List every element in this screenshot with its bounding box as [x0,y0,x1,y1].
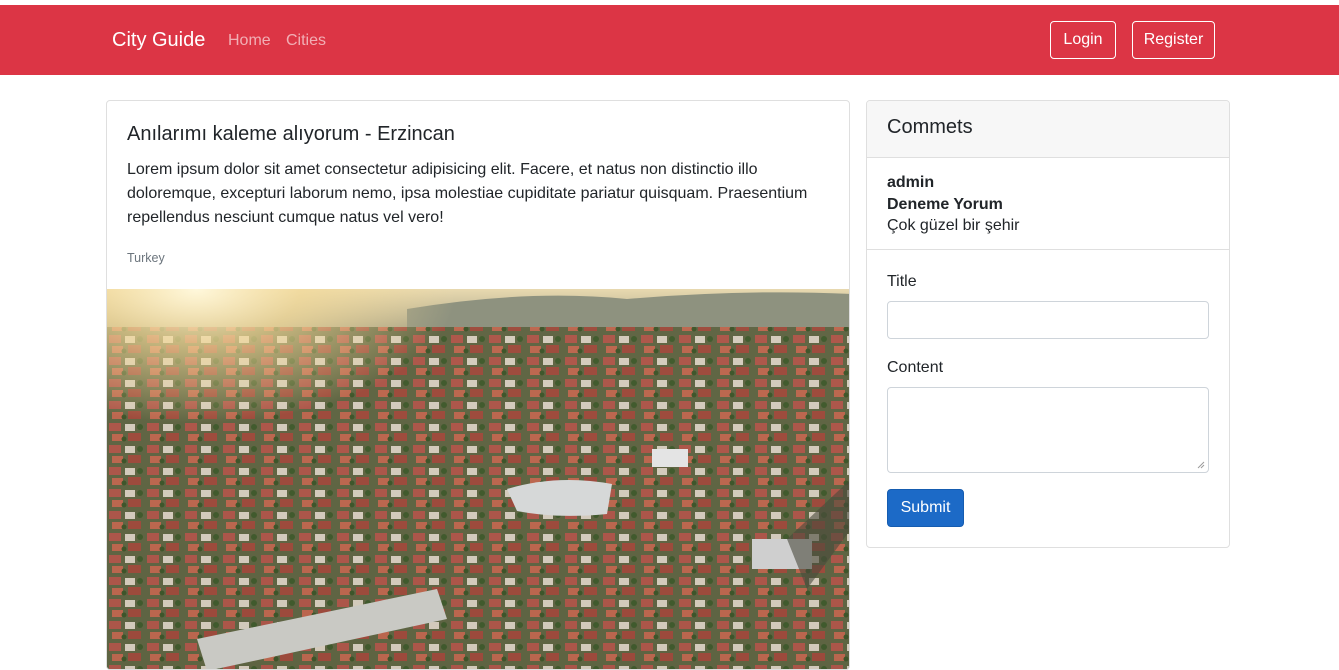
comments-title: Commets [887,116,973,138]
register-button[interactable]: Register [1132,21,1215,59]
nav-link-home[interactable]: Home [228,32,271,50]
comment-user: admin [887,174,935,191]
comment-content: Çok güzel bir şehir [887,217,1020,234]
navbar: City Guide Home Cities Login Register [0,5,1339,75]
comment-item: admin Deneme Yorum Çok güzel bir şehir [867,158,1229,250]
comments-header: Commets [867,101,1229,158]
login-button[interactable]: Login [1050,21,1116,59]
post-country: Turkey [127,251,165,265]
title-label: Title [887,273,917,290]
nav-link-cities[interactable]: Cities [286,32,326,50]
post-card: Anılarımı kaleme alıyorum - Erzincan Lor… [106,100,850,670]
post-body: Lorem ipsum dolor sit amet consectetur a… [127,161,808,226]
comment-title: Deneme Yorum [887,196,1003,213]
submit-button[interactable]: Submit [887,489,964,527]
post-title: Anılarımı kaleme alıyorum - Erzincan [127,123,455,145]
city-photo [107,289,849,669]
brand-link[interactable]: City Guide [112,29,205,52]
content-label: Content [887,359,944,376]
comments-panel: Commets admin Deneme Yorum Çok güzel bir… [866,100,1230,548]
resize-grip-icon[interactable] [1197,461,1205,469]
content-textarea[interactable] [887,387,1209,473]
title-input[interactable] [887,301,1209,339]
